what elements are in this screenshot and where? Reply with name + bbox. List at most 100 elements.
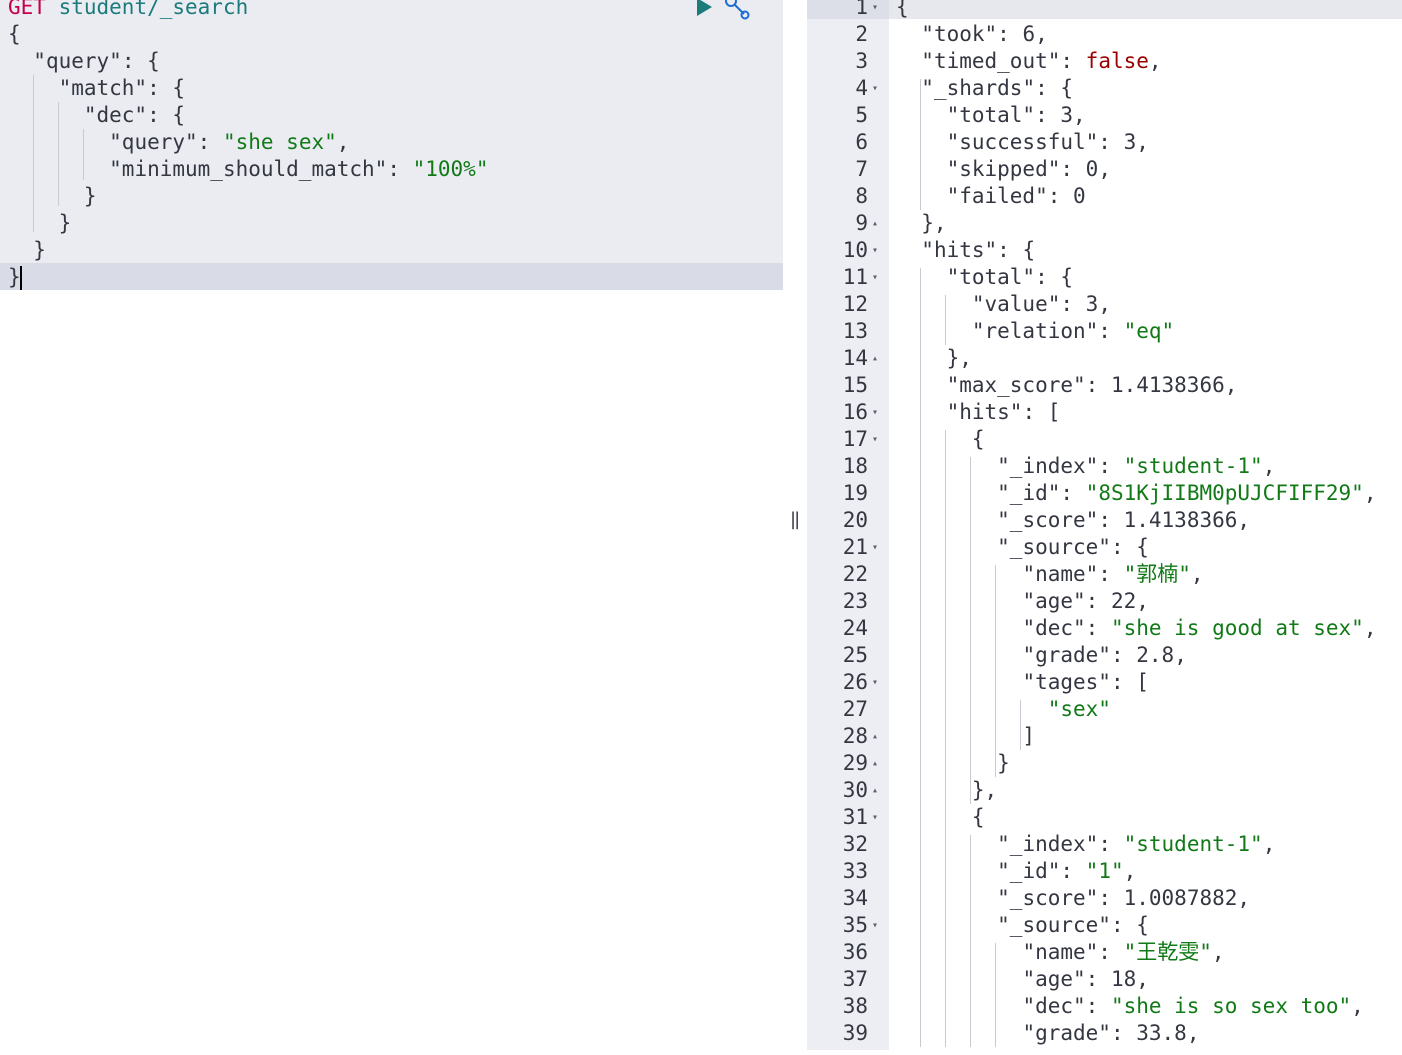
json-key: "hits" <box>946 400 1023 424</box>
line-number: 2 <box>855 22 868 46</box>
fold-arrow-up-icon[interactable]: ▴ <box>872 210 878 237</box>
json-key: "_score" <box>997 508 1099 532</box>
fold-arrow-down-icon[interactable]: ▾ <box>872 426 878 453</box>
code-line[interactable]: "dec": { <box>8 102 185 129</box>
json-key: "failed" <box>946 184 1048 208</box>
json-key: "query" <box>33 49 122 73</box>
line-number: 5 <box>855 103 868 127</box>
line-number: 18 <box>842 454 868 478</box>
json-key: "took" <box>921 22 998 46</box>
fold-arrow-up-icon[interactable]: ▴ <box>872 723 878 750</box>
indent-guide <box>945 295 946 345</box>
json-string: "she is good at sex" <box>1110 616 1364 640</box>
indent-guide <box>33 75 34 232</box>
json-key: "_id" <box>997 481 1061 505</box>
response-line: "_index": "student-1", <box>997 454 1276 478</box>
code-line[interactable]: "match": { <box>8 75 185 102</box>
json-key: "dec" <box>1022 994 1086 1018</box>
fold-arrow-down-icon[interactable]: ▾ <box>872 264 878 291</box>
fold-arrow-down-icon[interactable]: ▾ <box>872 75 878 102</box>
response-line: "max_score": 1.4138366, <box>946 373 1238 397</box>
line-number: 26 <box>842 670 868 694</box>
play-icon[interactable] <box>694 0 714 18</box>
wrench-icon[interactable] <box>722 0 752 20</box>
json-key: "query" <box>109 130 198 154</box>
response-line: "relation": "eq" <box>971 319 1175 343</box>
fold-arrow-up-icon[interactable]: ▴ <box>872 345 878 372</box>
line-number: 11 <box>842 265 868 289</box>
line-number: 38 <box>842 994 868 1018</box>
json-number: 1.0087882 <box>1123 886 1238 910</box>
response-line: }, <box>896 346 972 370</box>
request-path: student/_search <box>45 0 249 19</box>
code-line[interactable]: "query": "she sex", <box>8 129 349 156</box>
json-key: "relation" <box>971 319 1099 343</box>
line-number: 31 <box>842 805 868 829</box>
response-line: "_id": "8S1KjIIBM0pUJCFIFF29", <box>997 481 1377 505</box>
json-key: "max_score" <box>946 373 1086 397</box>
json-key: "total" <box>946 265 1036 289</box>
fold-arrow-down-icon[interactable]: ▾ <box>872 804 878 831</box>
response-line: "_source": { <box>997 535 1149 559</box>
json-number: 1.4138366 <box>1110 373 1225 397</box>
response-line: "dec": "she is good at sex", <box>1022 616 1377 640</box>
code-line[interactable]: } <box>8 237 46 264</box>
response-line: "hits": { <box>921 238 1036 262</box>
code-line[interactable]: } <box>8 210 72 237</box>
fold-arrow-up-icon[interactable]: ▴ <box>872 777 878 804</box>
line-number: 9 <box>855 211 868 235</box>
fold-arrow-down-icon[interactable]: ▾ <box>872 237 878 264</box>
fold-arrow-down-icon[interactable]: ▾ <box>872 534 878 561</box>
fold-arrow-up-icon[interactable]: ▴ <box>872 750 878 777</box>
response-line: "total": 3, <box>946 103 1086 127</box>
line-number: 35 <box>842 913 868 937</box>
json-string: "100%" <box>412 157 489 181</box>
json-key: "age" <box>1022 967 1086 991</box>
json-key: "grade" <box>1022 1021 1111 1045</box>
text-cursor <box>19 266 22 290</box>
json-key: "grade" <box>1022 643 1111 667</box>
code-line[interactable]: } <box>8 183 97 210</box>
json-string: "she is so sex too" <box>1110 994 1352 1018</box>
fold-arrow-down-icon[interactable]: ▾ <box>872 399 878 426</box>
json-string: "student-1" <box>1123 832 1263 856</box>
request-line[interactable]: GET student/_search <box>8 0 248 21</box>
response-line: "_score": 1.4138366, <box>997 508 1251 532</box>
json-key: "_id" <box>997 859 1061 883</box>
code-line[interactable]: "minimum_should_match": "100%" <box>8 156 488 183</box>
fold-arrow-down-icon[interactable]: ▾ <box>872 912 878 939</box>
line-number: 33 <box>842 859 868 883</box>
indent-guide <box>995 943 996 1047</box>
line-number: 19 <box>842 481 868 505</box>
response-line: "_shards": { <box>921 76 1074 100</box>
json-string: "王乾雯" <box>1123 940 1212 964</box>
indent-guide <box>83 129 84 180</box>
line-number: 22 <box>842 562 868 586</box>
json-number: 3 <box>1060 103 1074 127</box>
response-line: "sex" <box>896 696 1111 723</box>
indent-guide <box>970 457 971 804</box>
resize-handle-icon[interactable]: || <box>790 509 800 530</box>
code-line[interactable]: { <box>8 21 21 48</box>
response-line: ] <box>896 724 1036 748</box>
response-line: "failed": 0 <box>946 184 1086 208</box>
json-key: "age" <box>1022 589 1086 613</box>
fold-arrow-down-icon[interactable]: ▾ <box>872 0 878 21</box>
request-editor[interactable]: GET student/_search{ "query": { "match":… <box>0 0 783 1055</box>
code-line[interactable]: } <box>8 264 22 291</box>
json-number: 33.8 <box>1136 1021 1187 1045</box>
response-line: "_score": 1.0087882, <box>997 886 1251 910</box>
indent-guide <box>920 79 921 210</box>
line-number: 34 <box>842 886 868 910</box>
json-key: "skipped" <box>946 157 1061 181</box>
response-line: "age": 18, <box>1022 967 1149 991</box>
fold-arrow-down-icon[interactable]: ▾ <box>872 669 878 696</box>
line-number: 13 <box>842 319 868 343</box>
response-line: "dec": "she is so sex too", <box>1022 994 1364 1018</box>
response-line: { <box>896 427 985 451</box>
line-number: 15 <box>842 373 868 397</box>
json-number: 1.4138366 <box>1123 508 1238 532</box>
code-line[interactable]: "query": { <box>8 48 159 75</box>
json-key: "_shards" <box>921 76 1036 100</box>
json-key: "hits" <box>921 238 998 262</box>
